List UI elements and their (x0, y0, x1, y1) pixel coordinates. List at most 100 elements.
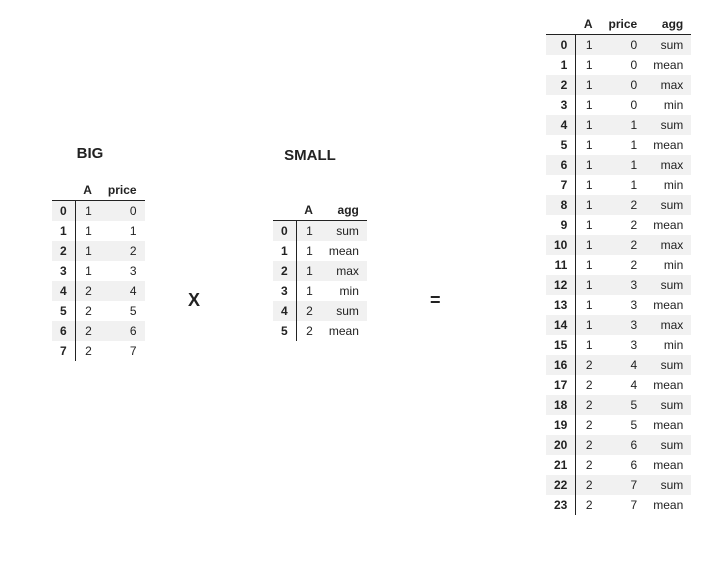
small-cell: min (321, 281, 367, 301)
title-small: SMALL (275, 147, 345, 164)
table-row: 1313mean (546, 295, 691, 315)
big-cell: 1 (75, 241, 100, 261)
result-row-index: 21 (546, 455, 576, 475)
result-cell: min (645, 175, 691, 195)
result-cell: 5 (601, 395, 646, 415)
big-cell: 1 (75, 221, 100, 241)
result-cell: 3 (601, 315, 646, 335)
big-col-header: price (100, 180, 145, 201)
table-row: 2026sum (546, 435, 691, 455)
result-row-index: 18 (546, 395, 576, 415)
result-cell: 0 (601, 95, 646, 115)
table-row: 525 (52, 301, 145, 321)
result-row-index: 1 (546, 55, 576, 75)
result-cell: 0 (601, 75, 646, 95)
result-cell: 3 (601, 335, 646, 355)
result-row-index: 8 (546, 195, 576, 215)
small-row-index: 3 (273, 281, 296, 301)
result-cell: sum (645, 275, 691, 295)
equals-operator: = (430, 290, 441, 311)
small-cell: 2 (296, 321, 321, 341)
result-cell: 1 (576, 195, 601, 215)
result-cell: 1 (576, 75, 601, 95)
result-cell: mean (645, 415, 691, 435)
result-cell: 1 (601, 175, 646, 195)
result-row-index: 7 (546, 175, 576, 195)
table-row: 01sum (273, 221, 367, 242)
small-row-index: 2 (273, 261, 296, 281)
big-cell: 5 (100, 301, 145, 321)
table-row: 11mean (273, 241, 367, 261)
result-cell: 1 (601, 155, 646, 175)
big-cell: 3 (100, 261, 145, 281)
result-cell: min (645, 95, 691, 115)
result-col-header: price (601, 14, 646, 35)
result-cell: mean (645, 295, 691, 315)
result-cell: 2 (576, 435, 601, 455)
result-cell: min (645, 335, 691, 355)
result-cell: 2 (576, 495, 601, 515)
table-row: 212 (52, 241, 145, 261)
result-cell: sum (645, 355, 691, 375)
result-cell: max (645, 235, 691, 255)
big-cell: 2 (100, 241, 145, 261)
big-cell: 1 (100, 221, 145, 241)
result-cell: mean (645, 55, 691, 75)
result-cell: 5 (601, 415, 646, 435)
table-row: 52mean (273, 321, 367, 341)
table-row: 511mean (546, 135, 691, 155)
result-cell: 1 (576, 315, 601, 335)
result-row-index: 15 (546, 335, 576, 355)
small-row-index: 0 (273, 221, 296, 242)
small-col-header: A (296, 200, 321, 221)
result-cell: 1 (576, 135, 601, 155)
result-cell: mean (645, 135, 691, 155)
table-row: 2126mean (546, 455, 691, 475)
result-row-index: 11 (546, 255, 576, 275)
result-row-index: 13 (546, 295, 576, 315)
table-row: 1724mean (546, 375, 691, 395)
result-cell: 2 (576, 475, 601, 495)
result-row-index: 19 (546, 415, 576, 435)
table-row: 727 (52, 341, 145, 361)
small-cell: mean (321, 321, 367, 341)
result-cell: sum (645, 195, 691, 215)
result-row-index: 5 (546, 135, 576, 155)
big-cell: 1 (75, 261, 100, 281)
result-row-index: 17 (546, 375, 576, 395)
result-cell: 2 (601, 195, 646, 215)
result-cell: 3 (601, 275, 646, 295)
result-cell: 0 (601, 35, 646, 56)
result-table: Apriceagg010sum110mean210max310min411sum… (546, 14, 691, 515)
small-cell: mean (321, 241, 367, 261)
table-row: 310min (546, 95, 691, 115)
big-cell: 2 (75, 281, 100, 301)
table-row: 110mean (546, 55, 691, 75)
small-table: Aagg01sum11mean21max31min42sum52mean (273, 200, 367, 341)
table-row: 1825sum (546, 395, 691, 415)
result-corner (546, 14, 576, 35)
result-cell: sum (645, 475, 691, 495)
result-cell: min (645, 255, 691, 275)
result-row-index: 0 (546, 35, 576, 56)
result-cell: 1 (576, 335, 601, 355)
small-corner (273, 200, 296, 221)
result-cell: sum (645, 395, 691, 415)
big-row-index: 7 (52, 341, 75, 361)
table-row: 21max (273, 261, 367, 281)
small-col-header: agg (321, 200, 367, 221)
result-row-index: 10 (546, 235, 576, 255)
result-cell: 6 (601, 455, 646, 475)
big-table: Aprice010111212313424525626727 (52, 180, 145, 361)
big-cell: 0 (100, 201, 145, 222)
table-row: 411sum (546, 115, 691, 135)
result-cell: 7 (601, 475, 646, 495)
result-col-header: A (576, 14, 601, 35)
small-cell: sum (321, 221, 367, 242)
table-row: 1112min (546, 255, 691, 275)
small-cell: sum (321, 301, 367, 321)
result-cell: mean (645, 215, 691, 235)
big-cell: 2 (75, 321, 100, 341)
small-cell: 1 (296, 281, 321, 301)
result-cell: 2 (601, 235, 646, 255)
